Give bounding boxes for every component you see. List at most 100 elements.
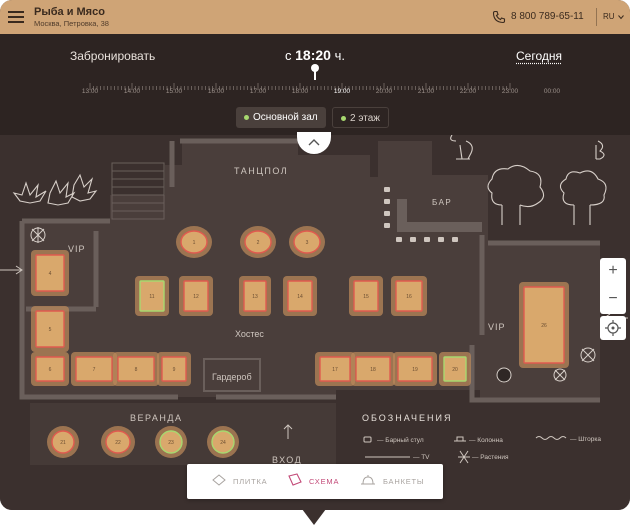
table-20[interactable]: 20 <box>439 352 471 386</box>
time-suffix: ч. <box>334 48 345 63</box>
phone-number[interactable]: 8 800 789-65-11 <box>511 11 584 22</box>
table-3[interactable]: 3 <box>289 226 325 258</box>
legend-plants: — Растения <box>472 454 509 461</box>
table-5[interactable]: 5 <box>31 306 69 352</box>
table-18[interactable]: 18 <box>351 352 395 386</box>
table-16[interactable]: 16 <box>391 276 427 316</box>
hour-label[interactable]: 19:00 <box>334 88 350 95</box>
vip-left-label: VIP <box>68 244 86 254</box>
table-21[interactable]: 21 <box>47 426 79 458</box>
table-15[interactable]: 15 <box>349 276 383 316</box>
table-19[interactable]: 19 <box>393 352 437 386</box>
legend-curtain: — Шторка <box>570 436 601 443</box>
svg-text:20: 20 <box>452 367 458 373</box>
hour-label[interactable]: 21:00 <box>418 88 434 95</box>
svg-text:5: 5 <box>49 327 52 333</box>
svg-text:15: 15 <box>363 294 369 300</box>
svg-text:19: 19 <box>412 367 418 373</box>
table-4[interactable]: 4 <box>31 250 69 296</box>
day-select[interactable]: Сегодня <box>516 49 562 63</box>
table-8[interactable]: 8 <box>113 352 159 386</box>
svg-text:14: 14 <box>297 294 303 300</box>
svg-text:7: 7 <box>93 367 96 373</box>
svg-text:9: 9 <box>173 367 176 373</box>
floor-plan: ТАНЦПОЛ БАР VIP VIP Хостес Гардероб ВЕРА… <box>0 135 630 510</box>
language-select[interactable]: RU <box>603 12 615 21</box>
hour-label[interactable]: 17:00 <box>250 88 266 95</box>
tile-icon <box>212 474 226 486</box>
svg-text:6: 6 <box>49 367 52 373</box>
svg-text:12: 12 <box>193 294 199 300</box>
hour-label[interactable]: 13:00 <box>82 88 98 95</box>
table-24[interactable]: 24 <box>207 426 239 458</box>
view-mode-bar: ПЛИТКА СХЕМА БАНКЕТЫ <box>187 464 443 499</box>
table-9[interactable]: 9 <box>157 352 191 386</box>
tab-label: Основной зал <box>253 112 318 123</box>
svg-text:8: 8 <box>135 367 138 373</box>
floor-plan-svg: ТАНЦПОЛ БАР VIP VIP Хостес Гардероб ВЕРА… <box>0 135 630 510</box>
dance-floor-label: ТАНЦПОЛ <box>234 166 288 176</box>
bar-label: БАР <box>432 198 452 207</box>
table-1[interactable]: 1 <box>176 226 212 258</box>
legend-tv: — TV <box>413 454 430 461</box>
hour-labels: 13:00 14:00 15:00 16:00 17:00 18:00 19:00 20:00… <box>60 88 560 100</box>
table-11[interactable]: 11 <box>135 276 169 316</box>
svg-text:18: 18 <box>370 367 376 373</box>
table-13[interactable]: 13 <box>239 276 271 316</box>
svg-text:21: 21 <box>60 440 66 446</box>
tab-main-hall[interactable]: Основной зал <box>236 107 326 128</box>
hour-label[interactable]: 20:00 <box>376 88 392 95</box>
chevron-down-icon[interactable] <box>618 14 624 20</box>
svg-text:24: 24 <box>220 440 226 446</box>
hour-label[interactable]: 23:00 <box>502 88 518 95</box>
hour-label[interactable]: 16:00 <box>208 88 224 95</box>
table-17[interactable]: 17 <box>315 352 355 386</box>
vip-right-label: VIP <box>488 322 506 332</box>
banquet-icon <box>361 475 375 485</box>
hour-label[interactable]: 00:00 <box>544 88 560 95</box>
hour-label[interactable]: 14:00 <box>124 88 140 95</box>
scheme-icon <box>288 473 302 486</box>
header-divider <box>596 8 597 26</box>
wardrobe-label: Гардероб <box>212 372 252 382</box>
header-bar: Рыба и Мясо Москва, Петровка, 38 8 800 7… <box>0 0 630 34</box>
svg-text:23: 23 <box>168 440 174 446</box>
table-22[interactable]: 22 <box>101 426 135 458</box>
time-slider-thumb[interactable] <box>311 64 319 72</box>
hour-label[interactable]: 15:00 <box>166 88 182 95</box>
table-14[interactable]: 14 <box>283 276 317 316</box>
restaurant-address: Москва, Петровка, 38 <box>34 19 109 28</box>
available-dot <box>341 116 346 121</box>
booking-widget: Рыба и Мясо Москва, Петровка, 38 8 800 7… <box>0 0 630 510</box>
time-value: 18:20 <box>295 47 331 63</box>
svg-text:16: 16 <box>406 294 412 300</box>
locate-button[interactable] <box>600 316 626 340</box>
available-dot <box>244 115 249 120</box>
svg-text:22: 22 <box>115 440 121 446</box>
hall-tabs: Основной зал 2 этаж <box>0 107 630 128</box>
restaurant-name: Рыба и Мясо <box>34 6 105 18</box>
tab-label: 2 этаж <box>350 113 380 124</box>
crosshair-icon <box>605 320 621 336</box>
hour-label[interactable]: 18:00 <box>292 88 308 95</box>
table-26[interactable]: 26 <box>519 282 569 368</box>
table-2[interactable]: 2 <box>240 226 276 258</box>
zoom-out-button[interactable]: − <box>600 286 626 314</box>
hour-label[interactable]: 22:00 <box>460 88 476 95</box>
zoom-in-button[interactable]: + <box>600 258 626 286</box>
time-selector: Забронировать с 18:20 ч. Сегодня 13:00 14… <box>0 34 630 135</box>
table-7[interactable]: 7 <box>71 352 117 386</box>
menu-icon[interactable] <box>8 11 24 23</box>
tab-second-floor[interactable]: 2 этаж <box>332 107 389 128</box>
phone-icon[interactable] <box>492 10 506 24</box>
svg-text:4: 4 <box>49 271 52 277</box>
table-12[interactable]: 12 <box>179 276 213 316</box>
table-6[interactable]: 6 <box>31 352 69 386</box>
svg-text:11: 11 <box>149 294 154 300</box>
table-23[interactable]: 23 <box>155 426 187 458</box>
svg-text:17: 17 <box>332 367 338 373</box>
svg-text:1: 1 <box>193 240 196 246</box>
hostess-label: Хостес <box>235 329 264 339</box>
svg-text:2: 2 <box>257 240 260 246</box>
legend-bar-stool: — Барный стул <box>377 436 424 444</box>
